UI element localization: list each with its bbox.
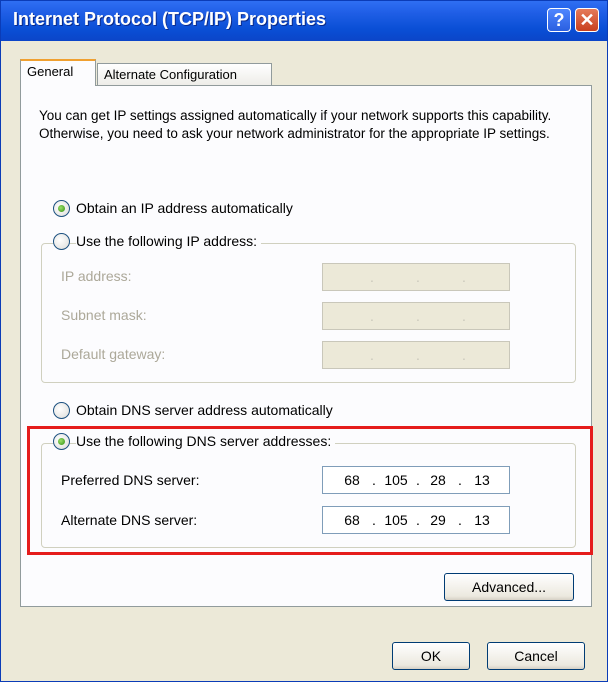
preferred-dns-field[interactable]: 68. 105. 28. 13 (322, 466, 510, 494)
ok-button[interactable]: OK (392, 642, 470, 670)
title-bar[interactable]: Internet Protocol (TCP/IP) Properties ? … (1, 1, 607, 41)
use-following-ip-radio[interactable] (53, 233, 70, 250)
default-gateway-label: Default gateway: (61, 346, 166, 362)
default-gateway-field[interactable]: . . . (322, 341, 510, 369)
subnet-mask-label: Subnet mask: (61, 307, 147, 323)
close-button[interactable]: ✕ (575, 8, 599, 32)
obtain-ip-auto-radio[interactable] (53, 200, 70, 217)
dialog-window: Internet Protocol (TCP/IP) Properties ? … (0, 0, 608, 682)
help-icon: ? (553, 10, 565, 30)
tab-general[interactable]: General (20, 59, 96, 86)
description-text: You can get IP settings assigned automat… (39, 108, 552, 141)
obtain-dns-auto-label[interactable]: Obtain DNS server address automatically (76, 402, 337, 418)
ip-address-field[interactable]: . . . (322, 263, 510, 291)
use-following-dns-label[interactable]: Use the following DNS server addresses: (76, 433, 336, 449)
obtain-ip-auto-label[interactable]: Obtain an IP address automatically (76, 200, 297, 216)
ip-address-label: IP address: (61, 268, 132, 284)
obtain-dns-auto-radio[interactable] (53, 402, 70, 419)
help-button[interactable]: ? (547, 8, 571, 32)
advanced-button[interactable]: Advanced... (444, 573, 574, 601)
cancel-button[interactable]: Cancel (487, 642, 585, 670)
preferred-dns-label: Preferred DNS server: (61, 472, 200, 488)
use-following-dns-radio[interactable] (53, 433, 70, 450)
close-icon: ✕ (579, 10, 595, 30)
subnet-mask-field[interactable]: . . . (322, 302, 510, 330)
alternate-dns-field[interactable]: 68. 105. 29. 13 (322, 506, 510, 534)
alternate-dns-label: Alternate DNS server: (61, 512, 198, 528)
window-title: Internet Protocol (TCP/IP) Properties (13, 9, 327, 29)
use-following-ip-label[interactable]: Use the following IP address: (76, 233, 262, 249)
tab-alternate-configuration[interactable]: Alternate Configuration (97, 63, 272, 87)
